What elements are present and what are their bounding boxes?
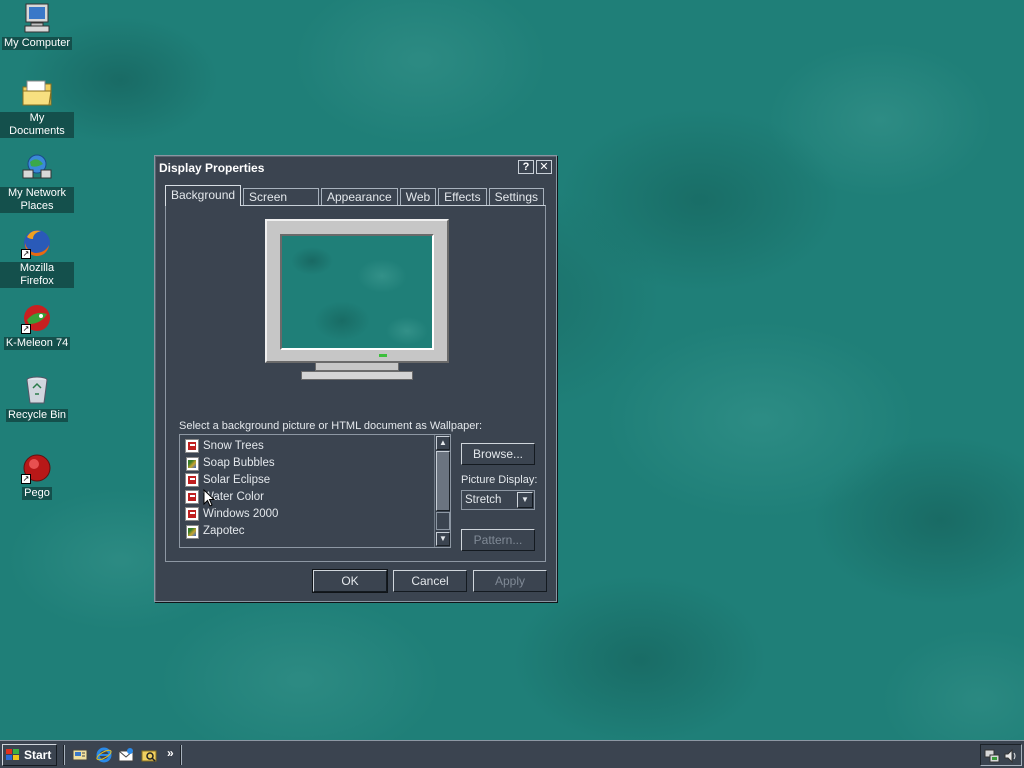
bitmap-icon <box>185 472 199 487</box>
windows-logo-icon <box>6 749 20 761</box>
kmeleon-icon: ↗ <box>21 302 53 334</box>
internet-explorer-icon[interactable] <box>96 747 112 763</box>
taskbar-separator <box>63 745 65 765</box>
network-icon <box>21 152 53 184</box>
mouse-cursor-icon <box>203 489 215 507</box>
picture-display-value: Stretch <box>465 494 502 506</box>
quick-launch-overflow[interactable]: » <box>167 746 174 760</box>
tab-effects[interactable]: Effects <box>438 188 487 206</box>
list-item[interactable]: Windows 2000 <box>182 505 434 522</box>
tab-appearance[interactable]: Appearance <box>320 188 398 206</box>
help-button[interactable]: ? <box>518 160 534 174</box>
list-item-label: Snow Trees <box>203 439 264 452</box>
html-doc-icon <box>185 524 199 539</box>
monitor-base <box>301 371 413 380</box>
shortcut-arrow-icon: ↗ <box>21 249 31 259</box>
background-tab-panel: Select a background picture or HTML docu… <box>165 205 546 562</box>
desktop-icon-pego[interactable]: ↗ Pego <box>0 452 74 500</box>
shortcut-arrow-icon: ↗ <box>21 474 31 484</box>
desktop-icon-label: K-Meleon 74 <box>3 337 71 350</box>
shortcut-arrow-icon: ↗ <box>21 324 31 334</box>
tab-settings[interactable]: Settings <box>488 188 544 206</box>
picture-display-select[interactable]: Stretch ▼ <box>461 490 535 510</box>
desktop-icon-my-network-places[interactable]: My Network Places <box>0 152 74 213</box>
system-tray <box>980 744 1022 766</box>
desktop-icon-label: Pego <box>22 487 52 500</box>
display-properties-window: Display Properties ? ✕ Background Screen… <box>154 155 557 602</box>
desktop-icon-my-computer[interactable]: My Computer <box>0 2 74 50</box>
start-button[interactable]: Start <box>2 744 57 766</box>
bitmap-icon <box>185 489 199 504</box>
bitmap-icon <box>185 438 199 453</box>
tab-background[interactable]: Background <box>165 185 242 206</box>
list-item[interactable]: Snow Trees <box>182 437 434 454</box>
firefox-icon: ↗ <box>21 227 53 259</box>
computer-icon <box>21 2 53 34</box>
list-item[interactable]: Zapotec <box>182 522 434 539</box>
tab-screen-saver[interactable]: Screen Saver <box>243 188 319 220</box>
wallpaper-list-label: Select a background picture or HTML docu… <box>179 420 483 432</box>
tab-web[interactable]: Web <box>399 188 437 206</box>
picture-display-label: Picture Display: <box>461 474 538 486</box>
folder-icon <box>21 77 53 109</box>
outlook-express-icon[interactable] <box>118 747 134 763</box>
wallpaper-preview <box>280 234 434 350</box>
show-desktop-icon[interactable] <box>72 747 88 763</box>
title-bar[interactable]: Display Properties ? ✕ <box>157 158 554 177</box>
volume-icon[interactable] <box>1003 748 1019 764</box>
list-item-label: Windows 2000 <box>203 507 279 520</box>
scroll-track[interactable] <box>436 512 450 530</box>
desktop-icon-label: Mozilla Firefox <box>0 262 74 288</box>
list-item[interactable]: Solar Eclipse <box>182 471 434 488</box>
desktop-icon-label: My Documents <box>0 112 74 138</box>
pattern-button[interactable]: Pattern... <box>461 529 535 551</box>
pego-icon: ↗ <box>21 452 53 484</box>
html-doc-icon <box>185 456 199 471</box>
desktop-icon-label: My Network Places <box>0 187 74 213</box>
chevron-down-icon[interactable]: ▼ <box>517 492 533 508</box>
list-item[interactable]: Soap Bubbles <box>182 454 434 471</box>
list-item-label: Solar Eclipse <box>203 473 271 486</box>
monitor-stand <box>315 363 399 371</box>
scroll-up-button[interactable]: ▲ <box>436 436 450 450</box>
desktop-icon-label: My Computer <box>1 37 73 50</box>
desktop-icon-label: Recycle Bin <box>5 409 69 422</box>
cancel-button[interactable]: Cancel <box>393 570 467 592</box>
window-title: Display Properties <box>159 160 265 175</box>
start-label: Start <box>24 748 52 762</box>
desktop-icon-mozilla-firefox[interactable]: ↗ Mozilla Firefox <box>0 227 74 288</box>
monitor-preview <box>265 219 449 363</box>
list-item[interactable]: Water Color <box>182 488 434 505</box>
network-tray-icon[interactable] <box>984 748 1000 764</box>
wallpaper-listbox[interactable]: Snow Trees Soap Bubbles Solar Eclipse Wa… <box>179 434 451 548</box>
apply-button[interactable]: Apply <box>473 570 547 592</box>
power-led <box>379 354 387 357</box>
desktop-icon-my-documents[interactable]: My Documents <box>0 77 74 138</box>
desktop-icon-k-meleon[interactable]: ↗ K-Meleon 74 <box>0 302 74 350</box>
explorer-icon[interactable] <box>141 747 157 763</box>
close-button[interactable]: ✕ <box>536 160 552 174</box>
list-item-label: Soap Bubbles <box>203 456 275 469</box>
vertical-scrollbar[interactable]: ▲ ▼ <box>434 435 450 547</box>
tab-strip: Background Screen Saver Appearance Web E… <box>165 184 546 220</box>
list-item-label: Zapotec <box>203 524 245 537</box>
bitmap-icon <box>185 506 199 521</box>
ok-button[interactable]: OK <box>312 569 388 593</box>
recycle-bin-icon <box>21 374 53 406</box>
taskbar-separator <box>180 745 182 765</box>
scroll-down-button[interactable]: ▼ <box>436 532 450 546</box>
desktop-icon-recycle-bin[interactable]: Recycle Bin <box>0 374 74 422</box>
scroll-thumb[interactable] <box>436 451 450 511</box>
taskbar: Start » <box>0 740 1024 768</box>
browse-button[interactable]: Browse... <box>461 443 535 465</box>
